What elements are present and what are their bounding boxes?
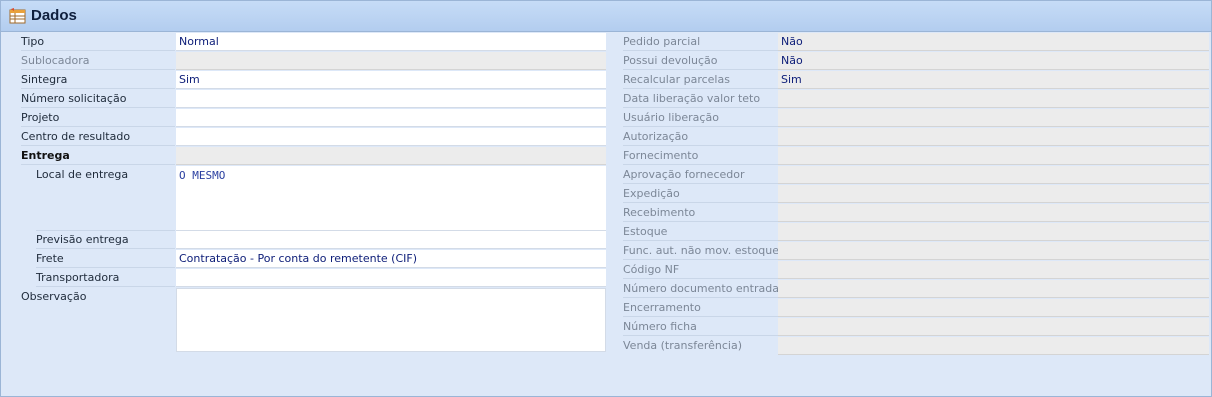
recalcular-parcelas-field: Sim	[778, 71, 1209, 89]
label-numero-documento-entrada: Número documento entrada	[623, 280, 779, 298]
label-observacao: Observação	[21, 290, 87, 303]
centro-resultado-field[interactable]	[176, 128, 606, 146]
label-tipo: Tipo	[21, 33, 175, 51]
codigo-nf-field	[778, 261, 1209, 279]
sintegra-field[interactable]: Sim	[176, 71, 606, 89]
frete-field[interactable]: Contratação - Por conta do remetente (CI…	[176, 250, 606, 268]
sublocadora-field	[176, 52, 606, 70]
fornecimento-field	[778, 147, 1209, 165]
numero-ficha-field	[778, 318, 1209, 336]
tipo-field[interactable]: Normal	[176, 33, 606, 51]
usuario-liberacao-field	[778, 109, 1209, 127]
label-sublocadora: Sublocadora	[21, 52, 175, 70]
expedicao-field	[778, 185, 1209, 203]
numero-documento-entrada-field	[778, 280, 1209, 298]
label-previsao-entrega: Previsão entrega	[36, 231, 175, 249]
label-sintegra: Sintegra	[21, 71, 175, 89]
func-aut-nao-mov-estoque-field	[778, 242, 1209, 260]
label-recebimento: Recebimento	[623, 204, 778, 222]
venda-transferencia-field	[778, 337, 1209, 355]
recebimento-field	[778, 204, 1209, 222]
label-transportadora: Transportadora	[36, 269, 175, 287]
panel-title: Dados	[31, 7, 77, 24]
data-liberacao-valor-teto-field	[778, 90, 1209, 108]
transportadora-field[interactable]	[176, 269, 606, 287]
local-entrega-textarea[interactable]: O MESMO	[176, 166, 606, 231]
label-possui-devolucao: Possui devolução	[623, 52, 778, 70]
table-form-icon	[9, 8, 26, 24]
label-entrega-group: Entrega	[21, 147, 175, 165]
label-pedido-parcial: Pedido parcial	[623, 33, 778, 51]
label-autorizacao: Autorização	[623, 128, 778, 146]
label-recalcular-parcelas: Recalcular parcelas	[623, 71, 778, 89]
label-estoque: Estoque	[623, 223, 778, 241]
entrega-group-header	[176, 147, 606, 165]
label-aprovacao-fornecedor: Aprovação fornecedor	[623, 166, 778, 184]
projeto-field[interactable]	[176, 109, 606, 127]
estoque-field	[778, 223, 1209, 241]
label-expedicao: Expedição	[623, 185, 778, 203]
observacao-textarea[interactable]	[176, 288, 606, 352]
numero-solicitacao-field[interactable]	[176, 90, 606, 108]
label-codigo-nf: Código NF	[623, 261, 778, 279]
dados-panel: Dados Tipo Normal Sublocadora Sintegra S…	[0, 0, 1212, 397]
label-projeto: Projeto	[21, 109, 175, 127]
label-usuario-liberacao: Usuário liberação	[623, 109, 778, 127]
panel-header: Dados	[1, 1, 1211, 32]
label-local-entrega: Local de entrega	[36, 166, 175, 231]
label-venda-transferencia: Venda (transferência)	[623, 339, 742, 352]
label-numero-ficha: Número ficha	[623, 318, 778, 336]
possui-devolucao-field: Não	[778, 52, 1209, 70]
label-numero-solicitacao: Número solicitação	[21, 90, 175, 108]
autorizacao-field	[778, 128, 1209, 146]
label-fornecimento: Fornecimento	[623, 147, 778, 165]
label-centro-resultado: Centro de resultado	[21, 128, 175, 146]
pedido-parcial-field: Não	[778, 33, 1209, 51]
previsao-entrega-field[interactable]	[176, 231, 606, 249]
encerramento-field	[778, 299, 1209, 317]
label-data-liberacao-valor-teto: Data liberação valor teto	[623, 90, 778, 108]
label-encerramento: Encerramento	[623, 299, 778, 317]
label-func-aut-nao-mov-estoque: Func. aut. não mov. estoque	[623, 242, 779, 260]
label-frete: Frete	[36, 250, 175, 268]
aprovacao-fornecedor-field	[778, 166, 1209, 184]
